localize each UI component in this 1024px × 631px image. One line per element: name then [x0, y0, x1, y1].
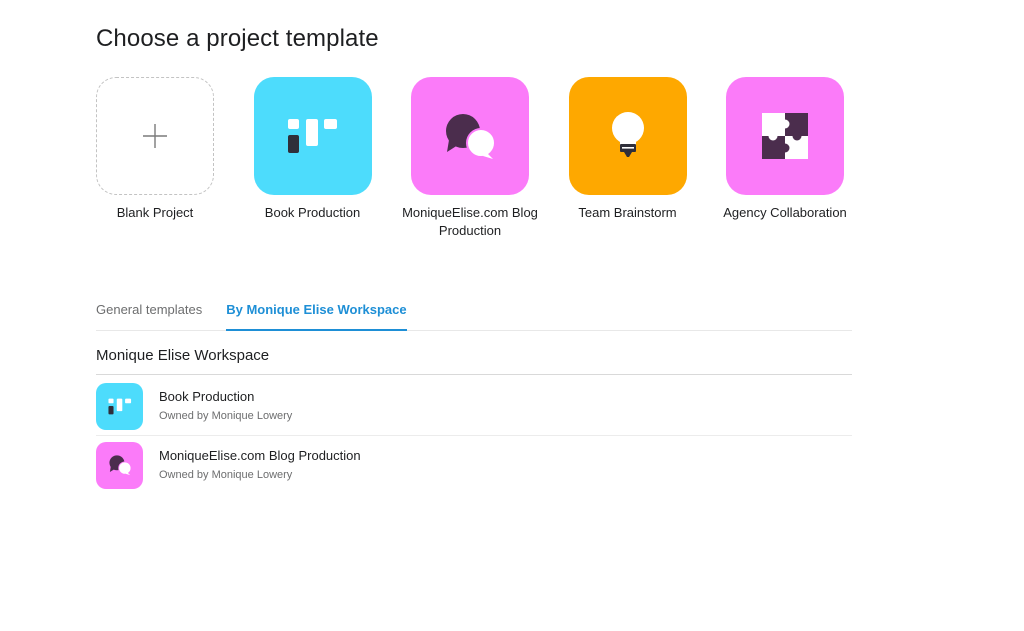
template-tile-book-production[interactable]: Book Production: [253, 77, 372, 240]
board-columns-icon: [287, 119, 337, 153]
page-title: Choose a project template: [96, 25, 379, 52]
blog-production-box[interactable]: [411, 77, 529, 195]
plus-icon: [143, 124, 167, 148]
list-item-icon-box: [96, 382, 143, 430]
template-tabs: General templates By Monique Elise Works…: [96, 300, 852, 331]
book-production-box[interactable]: [253, 77, 372, 195]
lightbulb-icon: [611, 112, 644, 157]
speech-bubbles-icon: [108, 455, 131, 476]
tab-by-workspace[interactable]: By Monique Elise Workspace: [226, 300, 407, 331]
template-tile-label: Team Brainstorm: [578, 205, 677, 220]
template-tiles: Blank Project Book Production MoniqueEli…: [96, 77, 847, 240]
workspace-section-title: Monique Elise Workspace: [96, 347, 270, 364]
template-tile-blank-project[interactable]: Blank Project: [96, 77, 214, 240]
template-tile-label: Book Production: [264, 205, 361, 220]
puzzle-icon: [762, 113, 808, 159]
template-tile-team-brainstorm[interactable]: Team Brainstorm: [568, 77, 687, 240]
template-chooser-page: Choose a project template Blank Project …: [0, 0, 1024, 631]
blank-project-box[interactable]: [96, 77, 214, 195]
list-item[interactable]: Book Production Owned by Monique Lowery: [96, 377, 852, 436]
list-item-owner: Owned by Monique Lowery: [159, 469, 293, 481]
agency-collaboration-box[interactable]: [726, 77, 844, 195]
list-item-icon-box: [96, 441, 143, 489]
template-tile-label: Blank Project: [116, 205, 194, 220]
section-divider: [96, 374, 852, 375]
list-item-title: Book Production: [159, 389, 255, 404]
list-item-text: MoniqueElise.com Blog Production Owned b…: [159, 447, 361, 483]
list-item-text: Book Production Owned by Monique Lowery: [159, 388, 292, 424]
board-columns-icon: [107, 398, 131, 414]
template-tile-agency-collaboration[interactable]: Agency Collaboration: [723, 77, 847, 240]
list-item[interactable]: MoniqueElise.com Blog Production Owned b…: [96, 436, 852, 494]
list-item-owner: Owned by Monique Lowery: [159, 410, 293, 422]
template-tile-label: MoniqueElise.com Blog Production: [402, 205, 538, 238]
template-tile-blog-production[interactable]: MoniqueElise.com Blog Production: [402, 77, 538, 240]
tab-general-templates[interactable]: General templates: [96, 300, 202, 330]
template-tile-label: Agency Collaboration: [723, 205, 847, 220]
workspace-template-list: Book Production Owned by Monique Lowery …: [96, 377, 852, 494]
list-item-title: MoniqueElise.com Blog Production: [159, 448, 361, 463]
team-brainstorm-box[interactable]: [568, 77, 687, 195]
speech-bubbles-icon: [446, 114, 496, 159]
